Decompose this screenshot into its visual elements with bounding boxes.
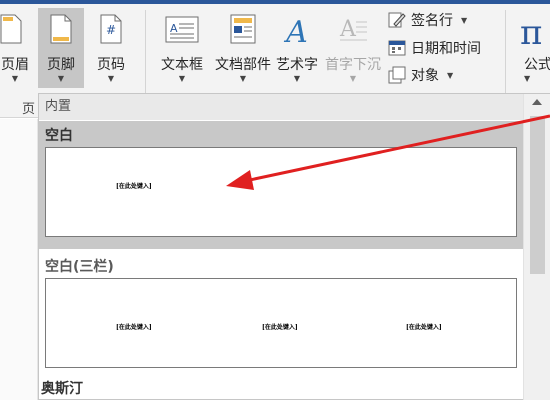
annotation-arrow-icon — [226, 114, 550, 190]
